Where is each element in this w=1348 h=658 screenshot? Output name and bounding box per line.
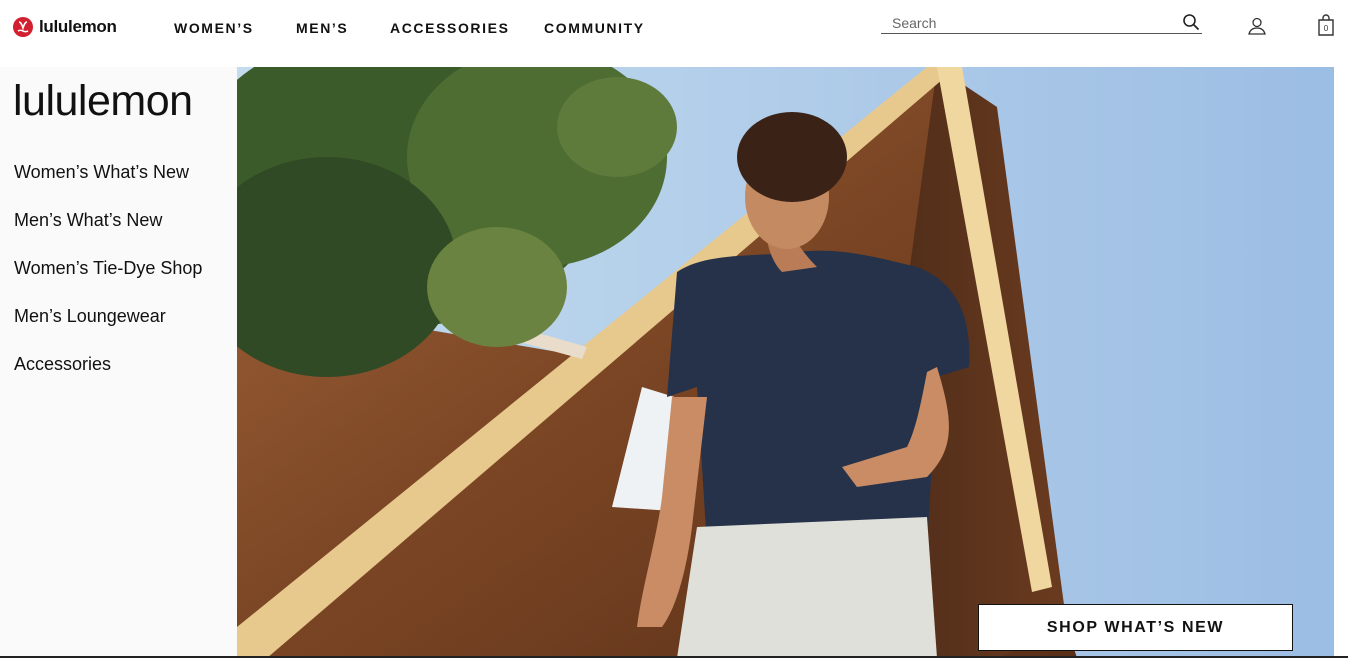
nav-mens[interactable]: MEN’S (296, 20, 348, 36)
sidebar-brand-title: lululemon (13, 77, 193, 125)
bag-count: 0 (1324, 24, 1329, 33)
hero-image[interactable] (237, 67, 1334, 658)
nav-community[interactable]: COMMUNITY (544, 20, 645, 36)
lululemon-logo-icon (13, 17, 33, 37)
shopping-bag-icon[interactable]: 0 (1316, 14, 1336, 36)
user-icon[interactable] (1247, 16, 1267, 36)
sidebar-link-mens-whats-new[interactable]: Men’s What’s New (14, 210, 162, 231)
logo[interactable]: lululemon (13, 16, 117, 38)
sidebar-link-accessories[interactable]: Accessories (14, 354, 111, 375)
sidebar-link-womens-whats-new[interactable]: Women’s What’s New (14, 162, 189, 183)
search-bar (881, 12, 1202, 34)
sidebar-link-mens-loungewear[interactable]: Men’s Loungewear (14, 306, 166, 327)
page-gutter (1334, 67, 1348, 658)
site-header: lululemon WOMEN’S MEN’S ACCESSORIES COMM… (0, 0, 1348, 67)
logo-wordmark: lululemon (39, 17, 117, 36)
nav-womens[interactable]: WOMEN’S (174, 20, 254, 36)
search-input[interactable] (892, 14, 1172, 32)
search-icon[interactable] (1182, 13, 1200, 31)
sidebar-link-womens-tie-dye-shop[interactable]: Women’s Tie-Dye Shop (14, 258, 202, 279)
hero-photo (237, 67, 1334, 658)
nav-accessories[interactable]: ACCESSORIES (390, 20, 510, 36)
sidebar: lululemon Women’s What’s New Men’s What’… (0, 67, 237, 658)
shop-whats-new-button[interactable]: SHOP WHAT’S NEW (978, 604, 1293, 651)
